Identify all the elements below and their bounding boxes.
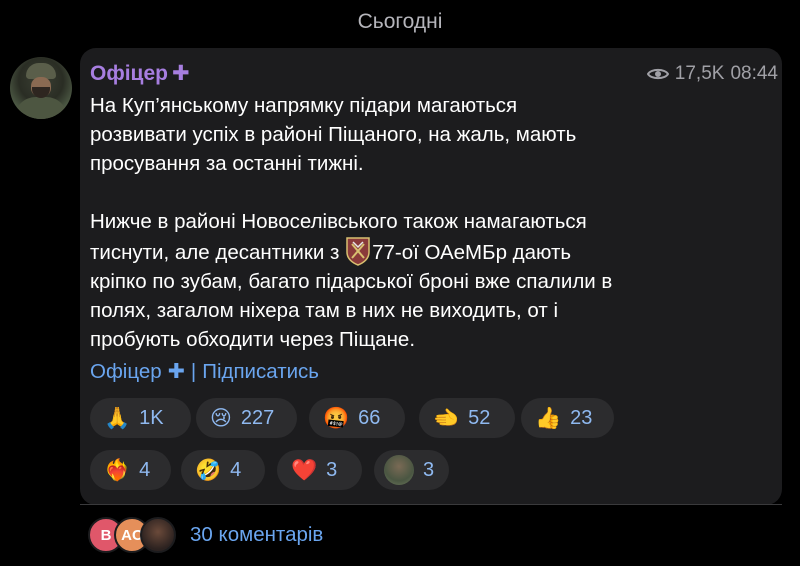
reaction-heart-on-fire[interactable]: ❤️‍🔥 4 bbox=[90, 450, 171, 490]
brigade-emblem-icon bbox=[346, 237, 370, 266]
reaction-rofl[interactable]: 🤣 4 bbox=[181, 450, 265, 490]
reaction-thumbs-up[interactable]: 👍 23 bbox=[521, 398, 614, 438]
eye-icon bbox=[646, 68, 669, 80]
channel-avatar[interactable] bbox=[10, 57, 72, 119]
reaction-count: 227 bbox=[240, 406, 275, 429]
thumbs-up-icon: 👍 bbox=[535, 406, 562, 430]
pray-icon: 🙏 bbox=[104, 406, 131, 430]
text-line: Нижче в районі Новоселівського також нам… bbox=[90, 210, 587, 233]
post-signature: Офіцер ✚ | Підписатись bbox=[90, 359, 319, 384]
author-name: Офіцер bbox=[90, 62, 168, 85]
post-time: 08:44 bbox=[730, 63, 778, 84]
crying-face-icon: 😢 bbox=[210, 406, 232, 430]
text-line: полях, загалом ніхера там в них не виход… bbox=[90, 299, 559, 322]
reaction-count: 23 bbox=[570, 406, 593, 429]
divider bbox=[80, 504, 782, 505]
text-line: просування за останні тижні. bbox=[90, 152, 364, 175]
reaction-avatar[interactable]: 3 bbox=[374, 450, 449, 490]
text-fragment: 77-ої ОАеМБр дають bbox=[372, 241, 572, 264]
reactor-avatar bbox=[384, 455, 414, 485]
reaction-count: 52 bbox=[468, 406, 491, 429]
commenter-avatar bbox=[140, 517, 176, 553]
reaction-count: 1K bbox=[139, 406, 164, 429]
text-line: кріпко по зубам, багато підарської броні… bbox=[90, 270, 613, 293]
text-line: пробують обходити через Піщане. bbox=[90, 328, 416, 351]
post-author[interactable]: Офіцер ✚ bbox=[90, 61, 190, 86]
post-meta: 17,5K 08:44 bbox=[646, 63, 778, 85]
reaction-count: 4 bbox=[230, 458, 242, 481]
reaction-count: 3 bbox=[423, 458, 435, 481]
date-separator: Сьогодні bbox=[357, 10, 443, 33]
signature-channel-link[interactable]: Офіцер bbox=[90, 360, 162, 384]
reaction-swearing[interactable]: 🤬 66 bbox=[309, 398, 405, 438]
reaction-count: 3 bbox=[326, 458, 338, 481]
rofl-face-icon: 🤣 bbox=[195, 458, 222, 482]
plus-icon: ✚ bbox=[171, 62, 190, 85]
view-count: 17,5K bbox=[674, 63, 725, 84]
subscribe-link[interactable]: Підписатись bbox=[202, 360, 319, 384]
heart-on-fire-icon: ❤️‍🔥 bbox=[104, 458, 131, 482]
text-line: розвивати успіх в районі Піщаного, на жа… bbox=[90, 123, 577, 146]
reaction-heart[interactable]: ❤️ 3 bbox=[277, 450, 362, 490]
heart-icon: ❤️ bbox=[291, 458, 318, 482]
comments-link[interactable]: B AC 30 коментарів bbox=[88, 517, 323, 553]
reaction-pray[interactable]: 🙏 1K bbox=[90, 398, 191, 438]
plus-icon: ✚ bbox=[167, 360, 185, 383]
reaction-hand[interactable]: 🫲 52 bbox=[419, 398, 515, 438]
swearing-face-icon: 🤬 bbox=[323, 406, 350, 430]
comments-count: 30 коментарів bbox=[190, 523, 324, 546]
reaction-count: 4 bbox=[139, 458, 151, 481]
hand-icon: 🫲 bbox=[433, 406, 460, 430]
text-fragment: тиснути, але десантники з bbox=[90, 241, 346, 264]
text-line: тиснути, але десантники з 77-ої ОАеМБр д… bbox=[90, 236, 750, 267]
signature-separator: | bbox=[190, 359, 197, 383]
message-text: На Куп’янському напрямку підари магаютьс… bbox=[90, 91, 750, 354]
reaction-count: 66 bbox=[358, 406, 381, 429]
text-line: На Куп’янському напрямку підари магаютьс… bbox=[90, 94, 518, 117]
reaction-crying[interactable]: 😢 227 bbox=[196, 398, 297, 438]
